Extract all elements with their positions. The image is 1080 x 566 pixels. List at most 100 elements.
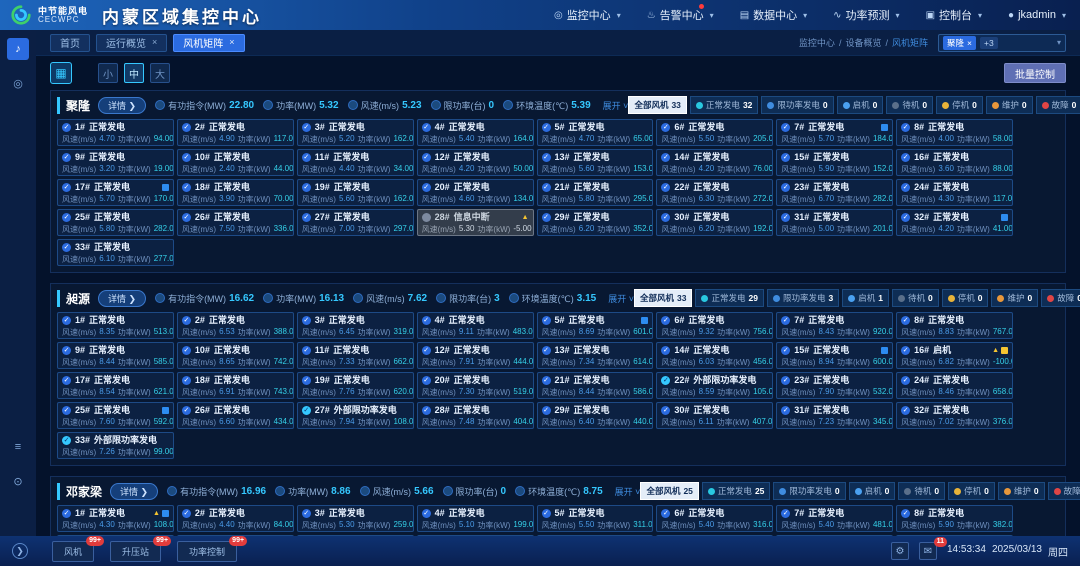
turbine-card-聚隆-18#[interactable]: ✓18#正常发电风速(m/s)3.90功率(kW)70.00 — [177, 179, 294, 206]
turbine-checkbox[interactable]: ✓ — [182, 183, 191, 192]
bottom-button-功率控制[interactable]: 功率控制99+ — [177, 541, 237, 562]
turbine-card-聚隆-32#[interactable]: ✓32#正常发电风速(m/s)4.20功率(kW)41.00 — [896, 209, 1013, 236]
turbine-checkbox[interactable]: ✓ — [422, 316, 431, 325]
turbine-card-昶源-8#[interactable]: ✓8#正常发电风速(m/s)8.83功率(kW)767.00 — [896, 312, 1013, 339]
status-badge-stop[interactable]: 停机0 — [942, 289, 989, 307]
turbine-checkbox[interactable]: ✓ — [62, 243, 71, 252]
turbine-card-昶源-23#[interactable]: ✓23#正常发电风速(m/s)7.90功率(kW)532.00 — [776, 372, 893, 399]
turbine-card-昶源-20#[interactable]: ✓20#正常发电风速(m/s)7.30功率(kW)519.00 — [417, 372, 534, 399]
turbine-checkbox[interactable]: ✓ — [661, 346, 670, 355]
turbine-card-聚隆-20#[interactable]: ✓20#正常发电风速(m/s)4.60功率(kW)134.00 — [417, 179, 534, 206]
history-button[interactable]: ⊙ — [7, 470, 29, 492]
turbine-card-昶源-22#[interactable]: ✓22#外部限功率发电风速(m/s)8.59功率(kW)105.00 — [656, 372, 773, 399]
turbine-card-邓家梁-6#[interactable]: ✓6#正常发电风速(m/s)5.40功率(kW)316.00 — [656, 505, 773, 532]
turbine-checkbox[interactable]: ✓ — [781, 183, 790, 192]
status-badge-all[interactable]: 全部风机33 — [634, 289, 692, 307]
turbine-card-聚隆-9#[interactable]: ✓9#正常发电风速(m/s)3.20功率(kW)19.00 — [57, 149, 174, 176]
turbine-checkbox[interactable]: ✓ — [62, 436, 71, 445]
turbine-card-聚隆-3#[interactable]: ✓3#正常发电风速(m/s)5.20功率(kW)162.00 — [297, 119, 414, 146]
grid-view-button[interactable]: ▦ — [50, 62, 72, 84]
turbine-checkbox[interactable]: ✓ — [302, 509, 311, 518]
tab-首页[interactable]: 首页 — [50, 34, 90, 52]
turbine-checkbox[interactable]: ✓ — [781, 346, 790, 355]
expand-panel-button[interactable]: ❯ — [12, 543, 28, 559]
turbine-checkbox[interactable]: ✓ — [542, 346, 551, 355]
nav-toggle-button[interactable]: ◎ — [7, 72, 29, 94]
turbine-card-聚隆-5#[interactable]: ✓5#正常发电风速(m/s)4.70功率(kW)65.00 — [537, 119, 654, 146]
turbine-card-聚隆-23#[interactable]: ✓23#正常发电风速(m/s)6.70功率(kW)282.00 — [776, 179, 893, 206]
turbine-checkbox[interactable]: ✓ — [781, 213, 790, 222]
turbine-checkbox[interactable]: ✓ — [182, 406, 191, 415]
status-badge-standby[interactable]: 待机0 — [886, 96, 933, 114]
turbine-checkbox[interactable] — [422, 213, 431, 222]
turbine-card-昶源-30#[interactable]: ✓30#正常发电风速(m/s)6.11功率(kW)407.00 — [656, 402, 773, 429]
turbine-card-昶源-2#[interactable]: ✓2#正常发电风速(m/s)6.53功率(kW)388.00 — [177, 312, 294, 339]
status-badge-standby[interactable]: 待机0 — [898, 482, 945, 500]
status-badge-all[interactable]: 全部风机33 — [628, 96, 686, 114]
turbine-checkbox[interactable]: ✓ — [661, 153, 670, 162]
turbine-card-聚隆-15#[interactable]: ✓15#正常发电风速(m/s)5.90功率(kW)152.00 — [776, 149, 893, 176]
turbine-card-聚隆-14#[interactable]: ✓14#正常发电风速(m/s)4.20功率(kW)76.00 — [656, 149, 773, 176]
turbine-checkbox[interactable]: ✓ — [901, 153, 910, 162]
turbine-card-聚隆-10#[interactable]: ✓10#正常发电风速(m/s)2.40功率(kW)44.00 — [177, 149, 294, 176]
turbine-card-聚隆-30#[interactable]: ✓30#正常发电风速(m/s)6.20功率(kW)192.00 — [656, 209, 773, 236]
expand-link[interactable]: 展开 ˅ — [608, 292, 634, 305]
turbine-checkbox[interactable]: ✓ — [661, 406, 670, 415]
turbine-checkbox[interactable]: ✓ — [542, 509, 551, 518]
close-icon[interactable]: × — [967, 38, 972, 48]
menu-item-控制台[interactable]: ▣控制台▾ — [926, 7, 982, 23]
turbine-card-昶源-11#[interactable]: ✓11#正常发电风速(m/s)7.33功率(kW)662.00 — [297, 342, 414, 369]
turbine-card-聚隆-12#[interactable]: ✓12#正常发电风速(m/s)4.20功率(kW)50.00 — [417, 149, 534, 176]
turbine-checkbox[interactable]: ✓ — [661, 509, 670, 518]
status-badge-limit[interactable]: 限功率发电3 — [767, 289, 839, 307]
turbine-card-昶源-17#[interactable]: ✓17#正常发电风速(m/s)8.54功率(kW)621.00 — [57, 372, 174, 399]
status-badge-normal[interactable]: 正常发电25 — [702, 482, 770, 500]
turbine-card-昶源-12#[interactable]: ✓12#正常发电风速(m/s)7.91功率(kW)444.00 — [417, 342, 534, 369]
tab-运行概览[interactable]: 运行概览× — [96, 34, 167, 52]
turbine-checkbox[interactable]: ✓ — [302, 123, 311, 132]
status-badge-standby[interactable]: 待机0 — [892, 289, 939, 307]
turbine-card-昶源-28#[interactable]: ✓28#正常发电风速(m/s)7.48功率(kW)404.00 — [417, 402, 534, 429]
turbine-card-聚隆-26#[interactable]: ✓26#正常发电风速(m/s)7.50功率(kW)336.00 — [177, 209, 294, 236]
close-icon[interactable]: × — [229, 38, 234, 47]
turbine-checkbox[interactable]: ✓ — [62, 153, 71, 162]
device-tool-button[interactable]: ⚙ — [891, 542, 909, 560]
menu-item-功率预测[interactable]: ∿功率预测▾ — [833, 7, 899, 23]
turbine-checkbox[interactable]: ✓ — [182, 316, 191, 325]
turbine-card-聚隆-22#[interactable]: ✓22#正常发电风速(m/s)6.30功率(kW)272.00 — [656, 179, 773, 206]
turbine-checkbox[interactable]: ✓ — [901, 509, 910, 518]
turbine-checkbox[interactable]: ✓ — [302, 406, 311, 415]
turbine-checkbox[interactable]: ✓ — [901, 123, 910, 132]
turbine-card-邓家梁-8#[interactable]: ✓8#正常发电风速(m/s)5.90功率(kW)382.00 — [896, 505, 1013, 532]
turbine-checkbox[interactable]: ✓ — [661, 183, 670, 192]
turbine-checkbox[interactable]: ✓ — [901, 183, 910, 192]
status-badge-start[interactable]: 启机0 — [837, 96, 884, 114]
turbine-card-昶源-29#[interactable]: ✓29#正常发电风速(m/s)6.40功率(kW)440.00 — [537, 402, 654, 429]
turbine-checkbox[interactable]: ✓ — [901, 406, 910, 415]
detail-button[interactable]: 详情 ❯ — [110, 483, 158, 500]
turbine-checkbox[interactable]: ✓ — [422, 123, 431, 132]
turbine-card-聚隆-27#[interactable]: ✓27#正常发电风速(m/s)7.00功率(kW)297.00 — [297, 209, 414, 236]
turbine-checkbox[interactable]: ✓ — [901, 376, 910, 385]
turbine-card-昶源-27#[interactable]: ✓27#外部限功率发电风速(m/s)7.94功率(kW)108.00 — [297, 402, 414, 429]
turbine-card-聚隆-8#[interactable]: ✓8#正常发电风速(m/s)4.00功率(kW)58.00 — [896, 119, 1013, 146]
turbine-card-邓家梁-4#[interactable]: ✓4#正常发电风速(m/s)5.10功率(kW)199.00 — [417, 505, 534, 532]
turbine-card-邓家梁-1#[interactable]: ✓1#正常发电▲风速(m/s)4.30功率(kW)108.00 — [57, 505, 174, 532]
detail-button[interactable]: 详情 ❯ — [98, 290, 146, 307]
turbine-checkbox[interactable]: ✓ — [182, 509, 191, 518]
turbine-checkbox[interactable]: ✓ — [661, 123, 670, 132]
turbine-card-昶源-3#[interactable]: ✓3#正常发电风速(m/s)6.45功率(kW)319.00 — [297, 312, 414, 339]
log-button[interactable]: ≡ — [7, 436, 29, 458]
status-badge-normal[interactable]: 正常发电32 — [690, 96, 758, 114]
turbine-checkbox[interactable]: ✓ — [781, 406, 790, 415]
turbine-card-昶源-6#[interactable]: ✓6#正常发电风速(m/s)9.32功率(kW)756.00 — [656, 312, 773, 339]
mute-button[interactable]: ♪ — [7, 38, 29, 60]
status-badge-limit[interactable]: 限功率发电0 — [773, 482, 845, 500]
batch-control-button[interactable]: 批量控制 — [1004, 63, 1066, 83]
turbine-card-昶源-10#[interactable]: ✓10#正常发电风速(m/s)8.65功率(kW)742.00 — [177, 342, 294, 369]
turbine-checkbox[interactable]: ✓ — [901, 346, 910, 355]
turbine-card-聚隆-25#[interactable]: ✓25#正常发电风速(m/s)5.80功率(kW)282.00 — [57, 209, 174, 236]
turbine-checkbox[interactable]: ✓ — [542, 183, 551, 192]
turbine-checkbox[interactable]: ✓ — [302, 183, 311, 192]
turbine-checkbox[interactable]: ✓ — [182, 376, 191, 385]
